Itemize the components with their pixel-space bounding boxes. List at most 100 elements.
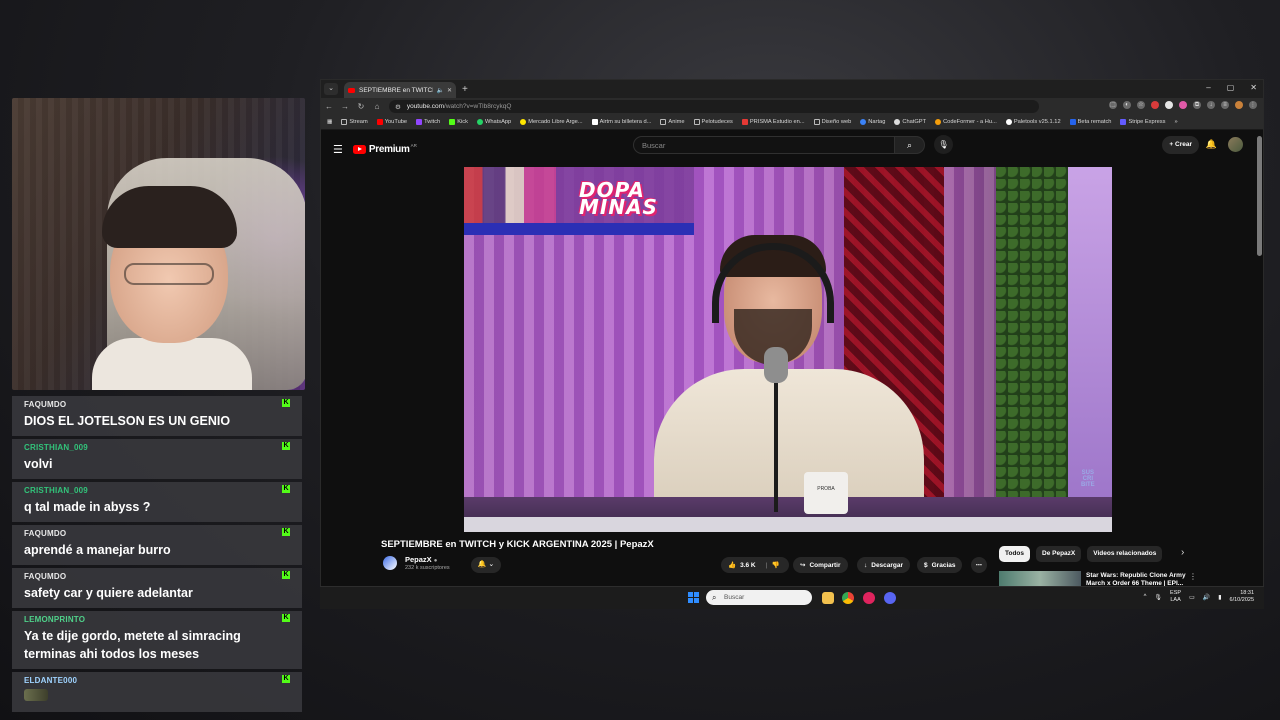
codeformer-icon: [935, 119, 942, 125]
chat-emote-icon: [24, 689, 48, 701]
bookmark-item[interactable]: WhatsApp: [476, 119, 511, 125]
speaker-icon[interactable]: 🔈: [436, 87, 443, 94]
bookmark-item[interactable]: Paletools v25.1.12: [1005, 119, 1061, 125]
bookmark-item[interactable]: Stripe Express: [1120, 119, 1165, 125]
chip-de-pepazx[interactable]: De PepazX: [1036, 546, 1082, 562]
bookmark-item[interactable]: Twitch: [416, 119, 440, 125]
apps-grid-icon[interactable]: ▦: [327, 119, 332, 125]
bookmark-item[interactable]: PRISMA Estudio en...: [741, 119, 805, 125]
star-icon[interactable]: ☆: [1137, 101, 1145, 109]
more-actions-button[interactable]: ⋯: [971, 557, 987, 573]
tab-bar: ⌄ SEPTIEMBRE en TWITCH y KICK ARGENTINA …: [321, 80, 1263, 98]
verified-icon: ●: [433, 558, 438, 564]
taskbar-search[interactable]: ⌕ Buscar: [706, 590, 812, 605]
clock[interactable]: 18:31 6/10/2025: [1230, 590, 1254, 604]
bookmark-item[interactable]: Diseño web: [813, 119, 851, 125]
microphone-prop: [764, 347, 788, 383]
battery-icon[interactable]: ▮: [1218, 594, 1221, 601]
new-tab-button[interactable]: +: [462, 84, 468, 95]
browser-tab-active[interactable]: SEPTIEMBRE en TWITCH y KICK ARGENTINA 20…: [344, 82, 456, 98]
search-input[interactable]: Buscar: [633, 136, 895, 154]
kick-icon: K: [282, 485, 290, 493]
microphone-icon[interactable]: 🎙: [1154, 594, 1162, 601]
bookmark-item[interactable]: Mercado Libre Arge...: [520, 119, 583, 125]
bookmark-item[interactable]: ChatGPT: [894, 119, 926, 125]
thumbs-down-icon[interactable]: 👎: [771, 561, 779, 569]
tab-search-icon[interactable]: ⌄: [324, 83, 338, 95]
chat-text: aprendé a manejar burro: [24, 543, 171, 557]
download-button[interactable]: ↓ Descargar: [857, 557, 911, 573]
eye-off-icon[interactable]: ◐: [1123, 101, 1131, 109]
media-control-icon[interactable]: ≡: [1221, 101, 1229, 109]
chat-message: ELDANTE000 K: [12, 672, 302, 712]
kick-icon: K: [282, 571, 290, 579]
chip-todos[interactable]: Todos: [999, 546, 1031, 562]
windows-start-icon[interactable]: [688, 592, 699, 603]
bookmark-item[interactable]: Stream: [341, 119, 368, 125]
reload-icon[interactable]: ↻: [353, 102, 369, 111]
coffee-mug: PROBA: [804, 472, 848, 514]
home-icon[interactable]: ⌂: [369, 102, 385, 111]
bookmark-item[interactable]: Airtm su billetera d...: [591, 119, 651, 125]
discord-icon[interactable]: [884, 592, 896, 604]
subscribe-watermark[interactable]: SUS CRI BITE: [1081, 470, 1095, 488]
thanks-button[interactable]: $ Gracias: [917, 557, 963, 573]
channel-avatar[interactable]: [383, 556, 397, 570]
forward-arrow-icon[interactable]: →: [337, 102, 353, 111]
extension-icon[interactable]: [1179, 101, 1187, 109]
bookmark-item[interactable]: YouTube: [376, 119, 407, 125]
search-button[interactable]: ⌕: [895, 136, 925, 154]
prisma-icon: [741, 119, 748, 125]
more-horizontal-icon: ⋯: [975, 562, 983, 569]
maximize-button[interactable]: ▢: [1227, 83, 1235, 92]
share-button[interactable]: ↪ Compartir: [793, 557, 848, 573]
extension-icon[interactable]: [1165, 101, 1173, 109]
app-icon[interactable]: [863, 592, 875, 604]
puzzle-icon[interactable]: ⧉: [1193, 101, 1201, 109]
chip-videos-relacionados[interactable]: Videos relacionados: [1087, 546, 1163, 562]
chevron-right-icon[interactable]: ›: [1181, 547, 1184, 558]
channel-name[interactable]: PepazX ●: [405, 555, 450, 564]
chevron-up-icon[interactable]: ^: [1144, 594, 1147, 600]
account-avatar[interactable]: [1228, 137, 1243, 152]
browser-menu-icon[interactable]: ⋮: [1249, 101, 1257, 109]
like-dislike-button[interactable]: 👍 3.6 K | 👎: [721, 557, 789, 573]
chrome-icon[interactable]: [842, 592, 854, 604]
address-bar[interactable]: ⚙ youtube.com/watch?v=wTlb8rcykqQ: [389, 100, 1039, 113]
monitor-icon[interactable]: ▭: [1189, 594, 1195, 601]
desk-edge: [464, 517, 1112, 532]
more-vertical-icon[interactable]: ⋮: [1189, 572, 1197, 581]
notifications-bell-icon[interactable]: 🔔: [1206, 139, 1217, 150]
extension-icon[interactable]: [1151, 101, 1159, 109]
language-indicator[interactable]: ESP LAA: [1170, 590, 1181, 604]
close-tab-icon[interactable]: ✕: [447, 87, 452, 94]
bookmark-item[interactable]: CodeFormer - a Hu...: [935, 119, 997, 125]
subscription-bell-button[interactable]: 🔔 ⌄: [471, 557, 501, 573]
bookmark-item[interactable]: Nartag: [860, 119, 885, 125]
bookmark-item[interactable]: Kick: [449, 119, 468, 125]
video-player[interactable]: DOPA MINAS PROBA: [464, 167, 1112, 532]
minimize-button[interactable]: –: [1206, 83, 1210, 92]
more-bookmarks-icon[interactable]: »: [1174, 119, 1177, 125]
bookmark-item[interactable]: Pelotudeces: [693, 119, 733, 125]
bookmark-item[interactable]: Beta rematch: [1069, 119, 1111, 125]
streamer-hair: [102, 186, 237, 248]
menu-icon[interactable]: ☰: [333, 143, 343, 156]
related-filter-chips: Todos De PepazX Videos relacionados: [999, 546, 1163, 562]
twitch-icon: [416, 119, 423, 125]
host-person: [654, 235, 934, 529]
voice-search-button[interactable]: 🎙: [934, 135, 953, 154]
site-info-icon[interactable]: ⚙: [395, 103, 401, 111]
close-window-button[interactable]: ✕: [1250, 83, 1257, 92]
file-explorer-icon[interactable]: [822, 592, 834, 604]
profile-icon[interactable]: [1235, 101, 1243, 109]
install-icon[interactable]: ⬚: [1109, 101, 1117, 109]
youtube-premium-logo[interactable]: Premium AR: [352, 143, 417, 155]
back-arrow-icon[interactable]: ←: [321, 102, 337, 111]
volume-icon[interactable]: 🔊: [1203, 594, 1210, 601]
streamer-glasses: [124, 263, 214, 285]
bookmark-item[interactable]: Anime: [660, 119, 685, 125]
page-scrollbar[interactable]: [1257, 136, 1262, 256]
create-button[interactable]: + Crear: [1162, 136, 1199, 154]
download-icon[interactable]: ↓: [1207, 101, 1215, 109]
